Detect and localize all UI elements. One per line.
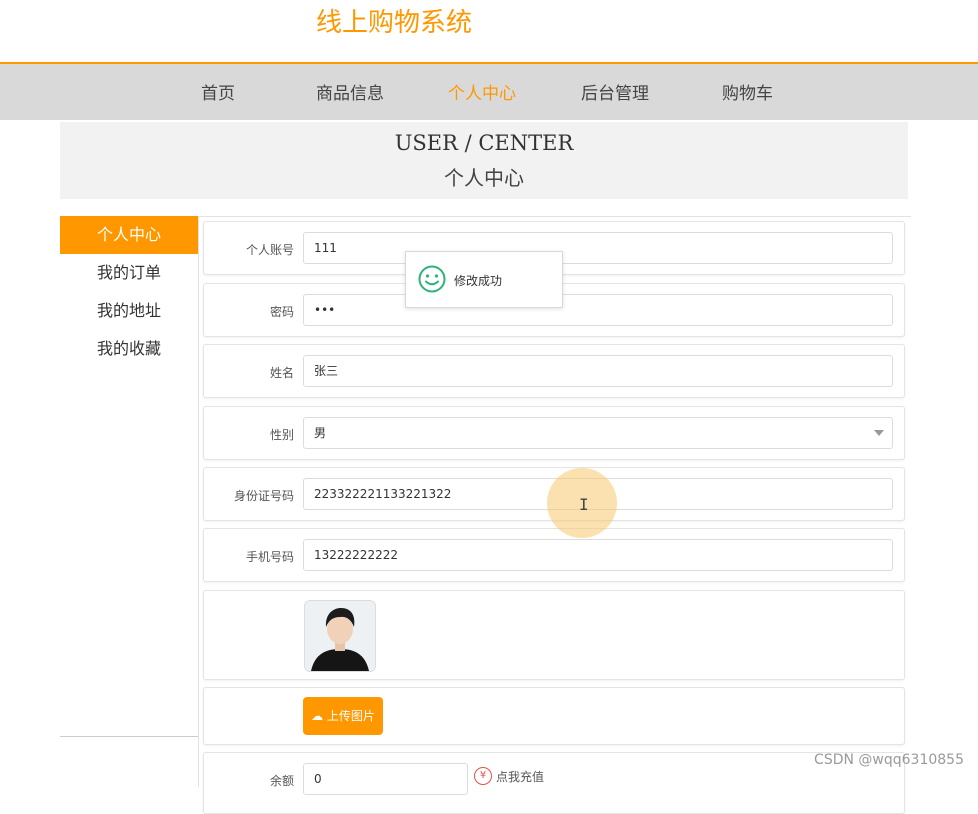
- id-card-label: 身份证号码: [233, 489, 294, 503]
- upload-image-button[interactable]: ☁ 上传图片: [303, 697, 383, 735]
- nav-item-products[interactable]: 商品信息: [316, 79, 384, 104]
- text-cursor-icon: I: [579, 495, 589, 514]
- account-input[interactable]: 111: [303, 232, 893, 264]
- gender-select[interactable]: 男: [303, 417, 893, 449]
- sidebar-item-favorites[interactable]: 我的收藏: [60, 330, 198, 368]
- yen-icon: ¥: [474, 767, 492, 785]
- form-row-avatar: [203, 590, 905, 680]
- recharge-link[interactable]: 点我充值: [496, 768, 544, 785]
- name-label: 姓名: [269, 366, 294, 380]
- success-toast: 修改成功: [405, 251, 563, 308]
- form-row-phone: 手机号码 13222222222: [203, 528, 905, 582]
- smile-icon: [418, 265, 446, 293]
- form-row-upload: ☁ 上传图片: [203, 687, 905, 745]
- banner-title-en: USER / CENTER: [394, 131, 574, 155]
- toast-message: 修改成功: [454, 274, 503, 288]
- form-row-name: 姓名 张三: [203, 344, 905, 398]
- sidebar-item-orders[interactable]: 我的订单: [60, 254, 198, 292]
- avatar-photo: [305, 601, 375, 671]
- nav-item-cart[interactable]: 购物车: [722, 79, 773, 104]
- main-nav: 首页 商品信息 个人中心 后台管理 购物车: [0, 62, 978, 120]
- password-label: 密码: [269, 305, 294, 319]
- nav-item-admin[interactable]: 后台管理: [581, 79, 649, 104]
- nav-item-home[interactable]: 首页: [201, 79, 235, 104]
- nav-item-user-center[interactable]: 个人中心: [448, 79, 516, 104]
- form-row-gender: 性别 男: [203, 406, 905, 460]
- cloud-upload-icon: ☁: [311, 709, 324, 723]
- sidebar-item-user-center[interactable]: 个人中心: [60, 216, 198, 254]
- phone-input[interactable]: 13222222222: [303, 539, 893, 571]
- phone-label: 手机号码: [245, 550, 294, 564]
- password-input[interactable]: •••: [303, 294, 893, 326]
- gender-selected-value: 男: [314, 426, 327, 440]
- form-row-balance: 余额 0: [203, 752, 905, 814]
- account-label: 个人账号: [245, 243, 294, 257]
- watermark: CSDN @wqq6310855: [814, 752, 964, 768]
- gender-label: 性别: [269, 428, 294, 442]
- page-banner: USER / CENTER 个人中心: [60, 122, 908, 199]
- balance-label: 余额: [269, 774, 294, 788]
- name-input[interactable]: 张三: [303, 355, 893, 387]
- sidebar: 个人中心 我的订单 我的地址 我的收藏: [60, 216, 198, 737]
- balance-input[interactable]: 0: [303, 763, 468, 795]
- upload-button-label: 上传图片: [326, 709, 375, 723]
- chevron-down-icon: [874, 430, 884, 436]
- avatar[interactable]: [304, 600, 376, 672]
- sidebar-item-addresses[interactable]: 我的地址: [60, 292, 198, 330]
- banner-title-cn: 个人中心: [444, 166, 524, 190]
- site-title: 线上购物系统: [316, 8, 473, 38]
